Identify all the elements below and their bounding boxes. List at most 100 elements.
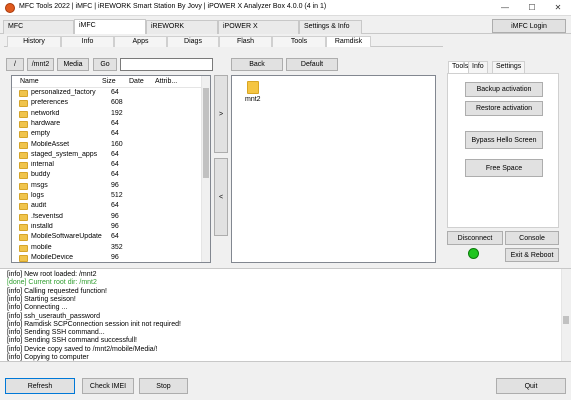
back-button[interactable]: Back	[231, 58, 283, 71]
table-row[interactable]: .fseventsd 96	[12, 212, 202, 222]
default-button[interactable]: Default	[286, 58, 338, 71]
transfer-left-button[interactable]: <	[214, 158, 228, 236]
log-scrollbar[interactable]	[561, 269, 571, 361]
table-row[interactable]: preferences 608	[12, 98, 202, 108]
exit-reboot-button[interactable]: Exit & Reboot	[505, 248, 559, 262]
row-name: MobileSoftwareUpdate	[31, 233, 102, 241]
folder-icon[interactable]	[247, 81, 259, 94]
row-size: 64	[111, 171, 119, 179]
folder-icon	[19, 244, 28, 252]
table-row[interactable]: installd 96	[12, 222, 202, 232]
folder-icon	[19, 213, 28, 221]
check-imei-button[interactable]: Check IMEI	[82, 378, 134, 394]
mnt2-button[interactable]: /mnt2	[27, 58, 54, 71]
log-line: [done] Current root dir: /mnt2	[7, 279, 97, 287]
table-row[interactable]: hardware 64	[12, 119, 202, 129]
table-row[interactable]: buddy 64	[12, 170, 202, 180]
folder-icon	[19, 254, 28, 262]
row-size: 64	[111, 150, 119, 158]
imfc-login-button[interactable]: iMFC Login	[492, 19, 566, 33]
row-name: installd	[31, 222, 53, 230]
row-name: personalized_factory	[31, 89, 96, 96]
main-tab-bar: MFC iMFC iREWORK iPOWER X Settings & Inf…	[0, 16, 571, 34]
row-size: 96	[111, 222, 119, 230]
media-button[interactable]: Media	[57, 58, 89, 71]
tab-settings-panel[interactable]: Settings	[492, 61, 526, 73]
tab-info-panel[interactable]: Info	[468, 61, 488, 73]
log-scrollbar-thumb[interactable]	[563, 316, 569, 324]
maximize-button[interactable]: ☐	[519, 0, 545, 16]
tab-settings-info[interactable]: Settings & Info	[299, 20, 362, 34]
row-size: 160	[111, 140, 123, 148]
table-row[interactable]: staged_system_apps 64	[12, 150, 202, 160]
folder-icon	[19, 172, 28, 180]
tab-ipower-x[interactable]: iPOWER X	[218, 20, 299, 34]
tab-history[interactable]: History	[7, 36, 61, 47]
window-title: MFC Tools 2022 | iMFC | iREWORK Smart St…	[19, 3, 327, 10]
column-name[interactable]: Name	[20, 78, 39, 85]
console-button[interactable]: Console	[505, 231, 559, 245]
quit-button[interactable]: Quit	[496, 378, 566, 394]
table-row[interactable]: logs 512	[12, 191, 202, 201]
folder-icon	[19, 223, 28, 231]
bypass-hello-screen-button[interactable]: Bypass Hello Screen	[465, 131, 543, 149]
row-size: 96	[111, 253, 119, 261]
table-row[interactable]: MobileSoftwareUpdate 64	[12, 232, 202, 242]
free-space-button[interactable]: Free Space	[465, 159, 543, 177]
row-size: 96	[111, 181, 119, 189]
table-row[interactable]: personalized_factory 64	[12, 88, 202, 98]
log-panel[interactable]: [info] New root loaded: /mnt2 [done] Curr…	[0, 268, 571, 362]
transfer-right-button[interactable]: >	[214, 75, 228, 153]
app-logo-icon	[5, 3, 15, 13]
scrollbar-thumb[interactable]	[203, 88, 209, 178]
folder-icon	[19, 141, 28, 149]
table-row[interactable]: empty 64	[12, 129, 202, 139]
close-button[interactable]: ✕	[545, 0, 571, 16]
restore-activation-button[interactable]: Restore activation	[465, 101, 543, 116]
row-size: 64	[111, 89, 119, 96]
disconnect-button[interactable]: Disconnect	[447, 231, 503, 245]
table-row[interactable]: mobile 352	[12, 243, 202, 253]
tab-tools[interactable]: Tools	[272, 36, 326, 47]
tab-apps[interactable]: Apps	[114, 36, 167, 47]
tab-mfc[interactable]: MFC	[3, 20, 74, 34]
log-line: [info] New root loaded: /mnt2	[7, 271, 97, 278]
file-list[interactable]: Name Size Date Attrib... personalized_fa…	[11, 75, 211, 263]
file-list-scrollbar[interactable]	[201, 76, 210, 262]
column-attrib[interactable]: Attrib...	[155, 78, 177, 85]
log-line: [info] Sending SSH command successfull!	[7, 337, 137, 345]
tab-diags[interactable]: Diags	[167, 36, 219, 47]
table-row[interactable]: MobileAsset 160	[12, 140, 202, 150]
folder-icon	[19, 203, 28, 211]
row-size: 96	[111, 212, 119, 220]
table-row[interactable]: networkd 192	[12, 109, 202, 119]
tab-imfc[interactable]: iMFC	[74, 19, 146, 34]
table-row[interactable]: audit 64	[12, 201, 202, 211]
folder-icon	[19, 100, 28, 108]
row-size: 352	[111, 243, 123, 251]
log-line: [info] Sending SSH command...	[7, 329, 105, 337]
folder-icon	[19, 151, 28, 159]
root-path-button[interactable]: /	[6, 58, 24, 71]
table-row[interactable]: MobileDevice 96	[12, 253, 202, 262]
row-name: audit	[31, 202, 47, 210]
column-size[interactable]: Size	[102, 78, 116, 85]
tab-irework[interactable]: iREWORK	[146, 20, 218, 34]
table-row[interactable]: msgs 96	[12, 181, 202, 191]
tab-info[interactable]: Info	[61, 36, 114, 47]
stop-button[interactable]: Stop	[139, 378, 188, 394]
row-name: .fseventsd	[31, 212, 63, 220]
remote-folder-label[interactable]: mnt2	[245, 96, 261, 103]
refresh-button[interactable]: Refresh	[5, 378, 75, 394]
minimize-button[interactable]: —	[492, 0, 518, 16]
tab-flash[interactable]: Flash	[219, 36, 272, 47]
row-name: preferences	[31, 99, 68, 107]
remote-file-panel[interactable]: mnt2	[231, 75, 436, 263]
table-row[interactable]: internal 64	[12, 160, 202, 170]
path-input[interactable]	[120, 58, 213, 71]
tab-ramdisk[interactable]: Ramdisk	[326, 36, 371, 47]
folder-icon	[19, 162, 28, 170]
column-date[interactable]: Date	[129, 78, 144, 85]
backup-activation-button[interactable]: Backup activation	[465, 82, 543, 97]
go-button[interactable]: Go	[93, 58, 117, 71]
